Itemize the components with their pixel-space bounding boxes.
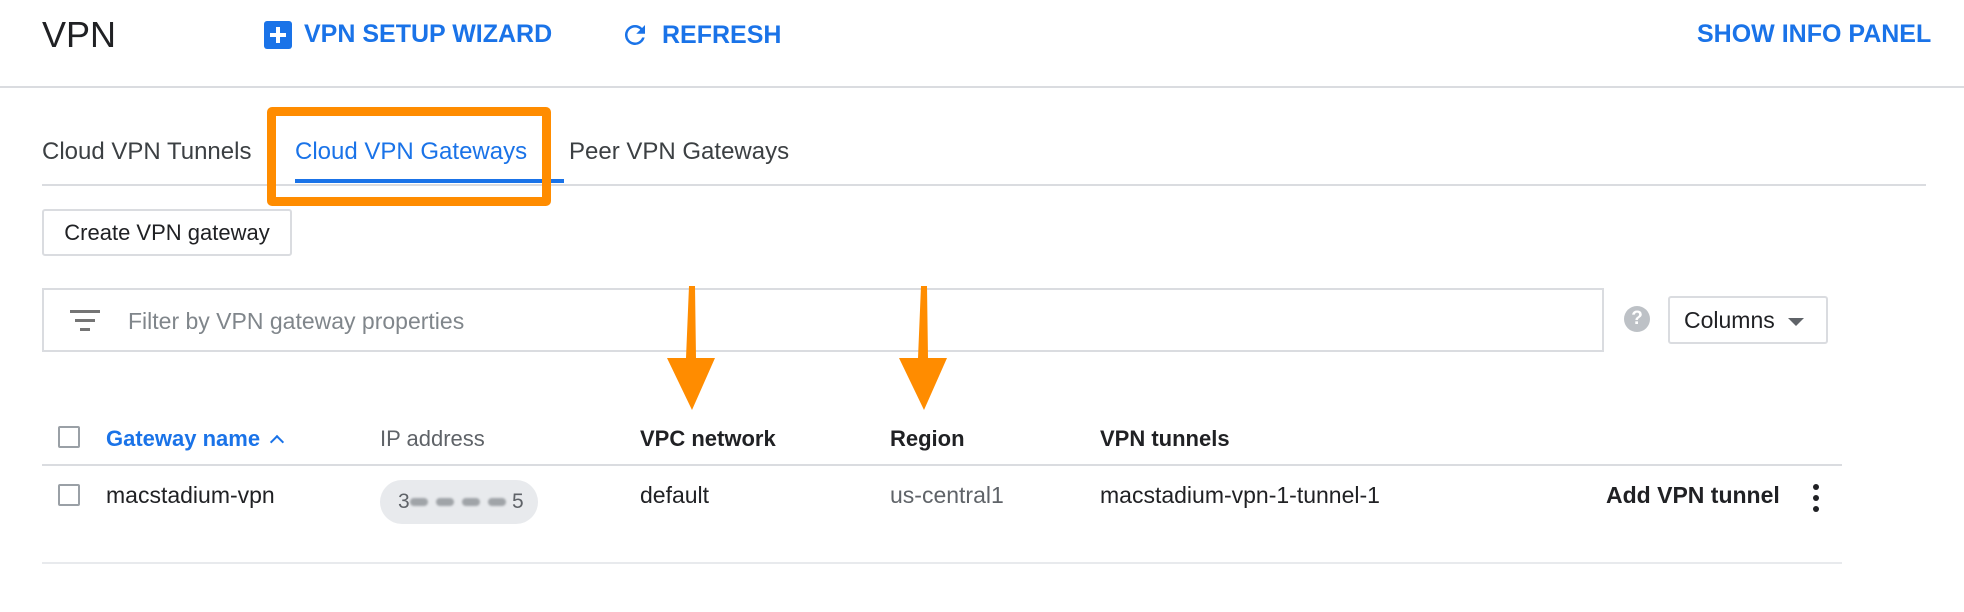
redacted-ip <box>410 498 506 506</box>
vpn-tunnels-cell[interactable]: macstadium-vpn-1-tunnel-1 <box>1100 482 1380 509</box>
sort-up-icon <box>270 432 284 446</box>
filter-input[interactable] <box>128 302 1568 340</box>
gateway-name-cell[interactable]: macstadium-vpn <box>106 482 275 509</box>
annotation-arrow-icon <box>667 286 715 410</box>
column-header-vpn-tunnels[interactable]: VPN tunnels <box>1100 426 1230 452</box>
column-header-vpc-network[interactable]: VPC network <box>640 426 776 452</box>
refresh-icon <box>624 24 645 45</box>
add-vpn-tunnel-button[interactable]: Add VPN tunnel <box>1606 482 1780 509</box>
filter-icon <box>70 310 100 332</box>
vpn-setup-wizard-button[interactable]: VPN SETUP WIZARD <box>264 20 552 49</box>
tab-highlight-box <box>267 107 551 206</box>
vpn-setup-wizard-label: VPN SETUP WIZARD <box>304 20 553 48</box>
columns-dropdown[interactable]: Columns <box>1668 296 1828 344</box>
chevron-down-icon <box>1788 318 1804 326</box>
ip-address-chip: 3 5 <box>380 480 538 524</box>
show-info-panel-button[interactable]: SHOW INFO PANEL <box>1697 20 1931 49</box>
table-header: Gateway name IP address VPC network Regi… <box>42 418 1842 466</box>
row-checkbox[interactable] <box>58 484 80 506</box>
columns-label: Columns <box>1684 306 1775 333</box>
ip-address-prefix: 3 <box>398 490 411 513</box>
filter-bar <box>42 288 1604 352</box>
annotation-arrow-icon <box>899 286 947 410</box>
create-vpn-gateway-button[interactable]: Create VPN gateway <box>42 209 292 256</box>
column-header-gateway-name[interactable]: Gateway name <box>106 426 284 452</box>
column-header-label: Gateway name <box>106 426 261 451</box>
region-cell: us-central1 <box>890 482 1004 508</box>
select-all-checkbox[interactable] <box>58 426 80 448</box>
page-header: VPN VPN SETUP WIZARD REFRESH SHOW INFO P… <box>0 0 1964 88</box>
more-vert-icon[interactable] <box>1806 482 1826 514</box>
plus-icon <box>264 20 292 49</box>
page-title: VPN <box>42 14 117 55</box>
refresh-label: REFRESH <box>662 20 782 49</box>
column-header-ip-address[interactable]: IP address <box>380 426 485 452</box>
table-row: macstadium-vpn 3 5 default us-central1 m… <box>42 468 1842 564</box>
tab-peer-vpn-gateways[interactable]: Peer VPN Gateways <box>569 138 789 166</box>
vpc-network-cell: default <box>640 482 710 508</box>
ip-address-suffix: 5 <box>512 490 525 513</box>
refresh-button[interactable]: REFRESH <box>620 20 781 50</box>
help-icon[interactable]: ? <box>1624 306 1650 332</box>
column-header-region[interactable]: Region <box>890 426 965 452</box>
tab-cloud-vpn-tunnels[interactable]: Cloud VPN Tunnels <box>42 138 251 166</box>
